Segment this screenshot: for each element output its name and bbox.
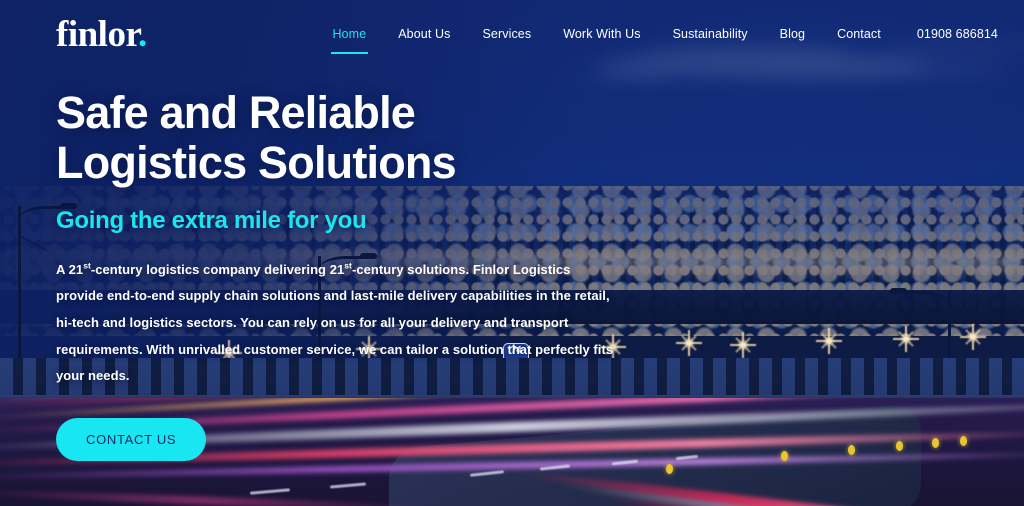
nav-item-services[interactable]: Services <box>466 21 547 47</box>
road-marker-light <box>896 441 903 451</box>
hero-headline: Safe and Reliable Logistics Solutions <box>56 87 656 189</box>
site-header: finlor. Home About Us Services Work With… <box>0 0 1024 68</box>
nav-item-contact[interactable]: Contact <box>821 21 897 47</box>
nav-item-sustainability[interactable]: Sustainability <box>657 21 764 47</box>
lane-marking <box>329 482 367 489</box>
road-marker-light <box>666 464 673 474</box>
body-ordinal-suffix: st <box>344 260 352 271</box>
nav-item-blog[interactable]: Blog <box>764 21 821 47</box>
hero-headline-line-2: Logistics Solutions <box>56 137 457 189</box>
hero-section: 74 4 finlor. Home <box>0 0 1024 506</box>
hero-subheadline: Going the extra mile for you <box>56 206 367 234</box>
nav-item-work-with-us[interactable]: Work With Us <box>547 21 656 47</box>
body-segment-3: -century solutions. Finlor Logistics pro… <box>56 261 614 384</box>
lamp-flare <box>898 331 914 347</box>
body-ordinal-suffix: st <box>83 260 91 271</box>
lamp-flare <box>821 333 837 349</box>
logo-dot: . <box>137 13 147 55</box>
main-navigation: Home About Us Services Work With Us Sust… <box>317 21 999 54</box>
hero-body-text: A 21st-century logistics company deliver… <box>56 257 616 390</box>
lamp-flare <box>965 329 981 345</box>
lamp-flare <box>681 335 697 351</box>
nav-item-home[interactable]: Home <box>317 21 383 54</box>
road-marker-light <box>932 438 939 448</box>
nav-item-about-us[interactable]: About Us <box>382 21 466 47</box>
light-trail <box>0 488 440 506</box>
road-marker-light <box>960 436 967 446</box>
contact-us-button[interactable]: CONTACT US <box>56 417 207 461</box>
lane-marking <box>249 488 291 495</box>
road-marker-light <box>848 445 855 455</box>
header-phone-number[interactable]: 01908 686814 <box>897 21 998 47</box>
lamp-flare <box>735 337 751 353</box>
site-logo[interactable]: finlor. <box>56 16 147 53</box>
road-marker-light <box>781 451 788 461</box>
hero-content: Safe and Reliable Logistics Solutions Go… <box>56 87 656 461</box>
body-segment-1: A 21 <box>56 261 84 277</box>
hero-headline-line-1: Safe and Reliable <box>56 87 416 138</box>
logo-wordmark: finlor <box>56 13 138 55</box>
body-segment-2: -century logistics company delivering 21 <box>90 261 345 277</box>
